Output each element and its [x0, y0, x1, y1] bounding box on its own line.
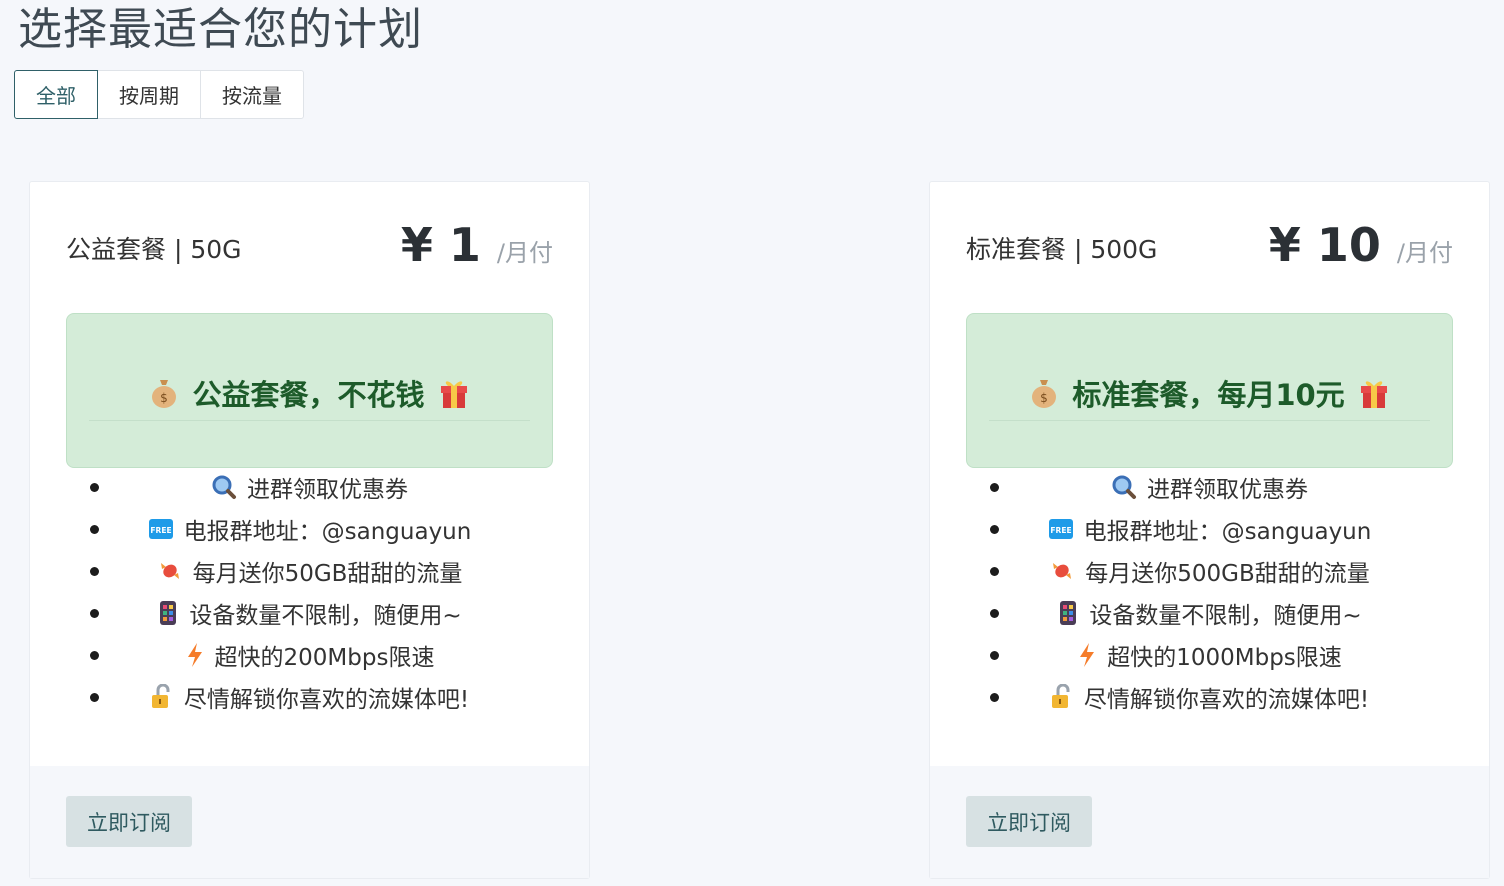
feature-text: 设备数量不限制，随便用~ — [189, 603, 462, 629]
tab-by-period[interactable]: 按周期 — [97, 70, 201, 119]
plan-price: ¥ 10 /月付 — [1269, 218, 1453, 272]
price-amount: ¥ 10 — [1268, 218, 1381, 272]
phone-icon — [1057, 600, 1079, 626]
list-item: 进群领取优惠券 — [66, 466, 553, 508]
subscribe-button[interactable]: 立即订阅 — [66, 796, 192, 847]
free-badge-icon: FREE — [1048, 516, 1074, 542]
phone-icon — [157, 600, 179, 626]
svg-text:FREE: FREE — [150, 526, 171, 535]
plan-name: 公益套餐 | 50G — [66, 235, 242, 264]
feature-list: 进群领取优惠券 FREE 电报群地址：@sanguayun 每月送你50GB甜甜… — [66, 466, 553, 718]
svg-text:FREE: FREE — [1050, 526, 1071, 535]
magnifier-icon — [1111, 474, 1137, 500]
price-period: /月付 — [496, 239, 553, 267]
feature-text: 尽情解锁你喜欢的流媒体吧! — [183, 687, 470, 713]
feature-text: 尽情解锁你喜欢的流媒体吧! — [1083, 687, 1370, 713]
feature-list: 进群领取优惠券 FREE 电报群地址：@sanguayun 每月送你500GB甜… — [966, 466, 1453, 718]
unlock-icon — [150, 684, 174, 710]
list-item: 尽情解锁你喜欢的流媒体吧! — [966, 676, 1453, 718]
list-item: 设备数量不限制，随便用~ — [966, 592, 1453, 634]
banner-text: 标准套餐，每月10元 — [1072, 378, 1345, 412]
list-item: 每月送你500GB甜甜的流量 — [966, 550, 1453, 592]
unlock-icon — [1050, 684, 1074, 710]
svg-text:$: $ — [1040, 391, 1048, 405]
subscribe-button[interactable]: 立即订阅 — [966, 796, 1092, 847]
plan-card-footer: 立即订阅 — [930, 766, 1489, 878]
plan-name: 标准套餐 | 500G — [966, 235, 1158, 264]
feature-text: 超快的200Mbps限速 — [214, 645, 435, 671]
list-item: 设备数量不限制，随便用~ — [66, 592, 553, 634]
feature-text: 每月送你50GB甜甜的流量 — [192, 561, 463, 587]
price-amount: ¥ 1 — [400, 218, 481, 272]
feature-text: 进群领取优惠券 — [247, 477, 408, 503]
plan-card-standard: 标准套餐 | 500G ¥ 10 /月付 $ 标准套餐，每月10元 进群领取优惠… — [929, 181, 1490, 879]
lightning-icon — [1077, 642, 1097, 668]
feature-text: 电报群地址：@sanguayun — [183, 519, 472, 545]
plan-banner: $ 标准套餐，每月10元 — [966, 313, 1453, 468]
free-badge-icon: FREE — [148, 516, 174, 542]
plan-filter-tabs: 全部 按周期 按流量 — [14, 70, 304, 119]
price-period: /月付 — [1396, 239, 1453, 267]
plan-card-public: 公益套餐 | 50G ¥ 1 /月付 $ 公益套餐，不花钱 进群领取优惠券 FR… — [29, 181, 590, 879]
plan-price: ¥ 1 /月付 — [401, 218, 553, 272]
list-item: 超快的200Mbps限速 — [66, 634, 553, 676]
magnifier-icon — [211, 474, 237, 500]
feature-text: 电报群地址：@sanguayun — [1083, 519, 1372, 545]
lightning-icon — [185, 642, 205, 668]
plan-card-header: 标准套餐 | 500G ¥ 10 /月付 — [966, 218, 1453, 278]
plan-card-header: 公益套餐 | 50G ¥ 1 /月付 — [66, 218, 553, 278]
plan-card-footer: 立即订阅 — [30, 766, 589, 878]
money-bag-icon: $ — [150, 377, 178, 409]
tab-all[interactable]: 全部 — [14, 70, 98, 119]
list-item: FREE 电报群地址：@sanguayun — [66, 508, 553, 550]
list-item: FREE 电报群地址：@sanguayun — [966, 508, 1453, 550]
list-item: 尽情解锁你喜欢的流媒体吧! — [66, 676, 553, 718]
list-item: 进群领取优惠券 — [966, 466, 1453, 508]
candy-icon — [1049, 558, 1075, 584]
tab-by-traffic[interactable]: 按流量 — [200, 70, 304, 119]
list-item: 每月送你50GB甜甜的流量 — [66, 550, 553, 592]
gift-icon — [1359, 377, 1389, 409]
gift-icon — [439, 377, 469, 409]
feature-text: 进群领取优惠券 — [1147, 477, 1308, 503]
feature-text: 超快的1000Mbps限速 — [1107, 645, 1342, 671]
feature-text: 设备数量不限制，随便用~ — [1089, 603, 1362, 629]
feature-text: 每月送你500GB甜甜的流量 — [1085, 561, 1370, 587]
list-item: 超快的1000Mbps限速 — [966, 634, 1453, 676]
plan-banner: $ 公益套餐，不花钱 — [66, 313, 553, 468]
candy-icon — [157, 558, 183, 584]
page-title: 选择最适合您的计划 — [18, 4, 423, 55]
banner-text: 公益套餐，不花钱 — [192, 378, 425, 412]
money-bag-icon: $ — [1030, 377, 1058, 409]
svg-text:$: $ — [161, 391, 169, 405]
